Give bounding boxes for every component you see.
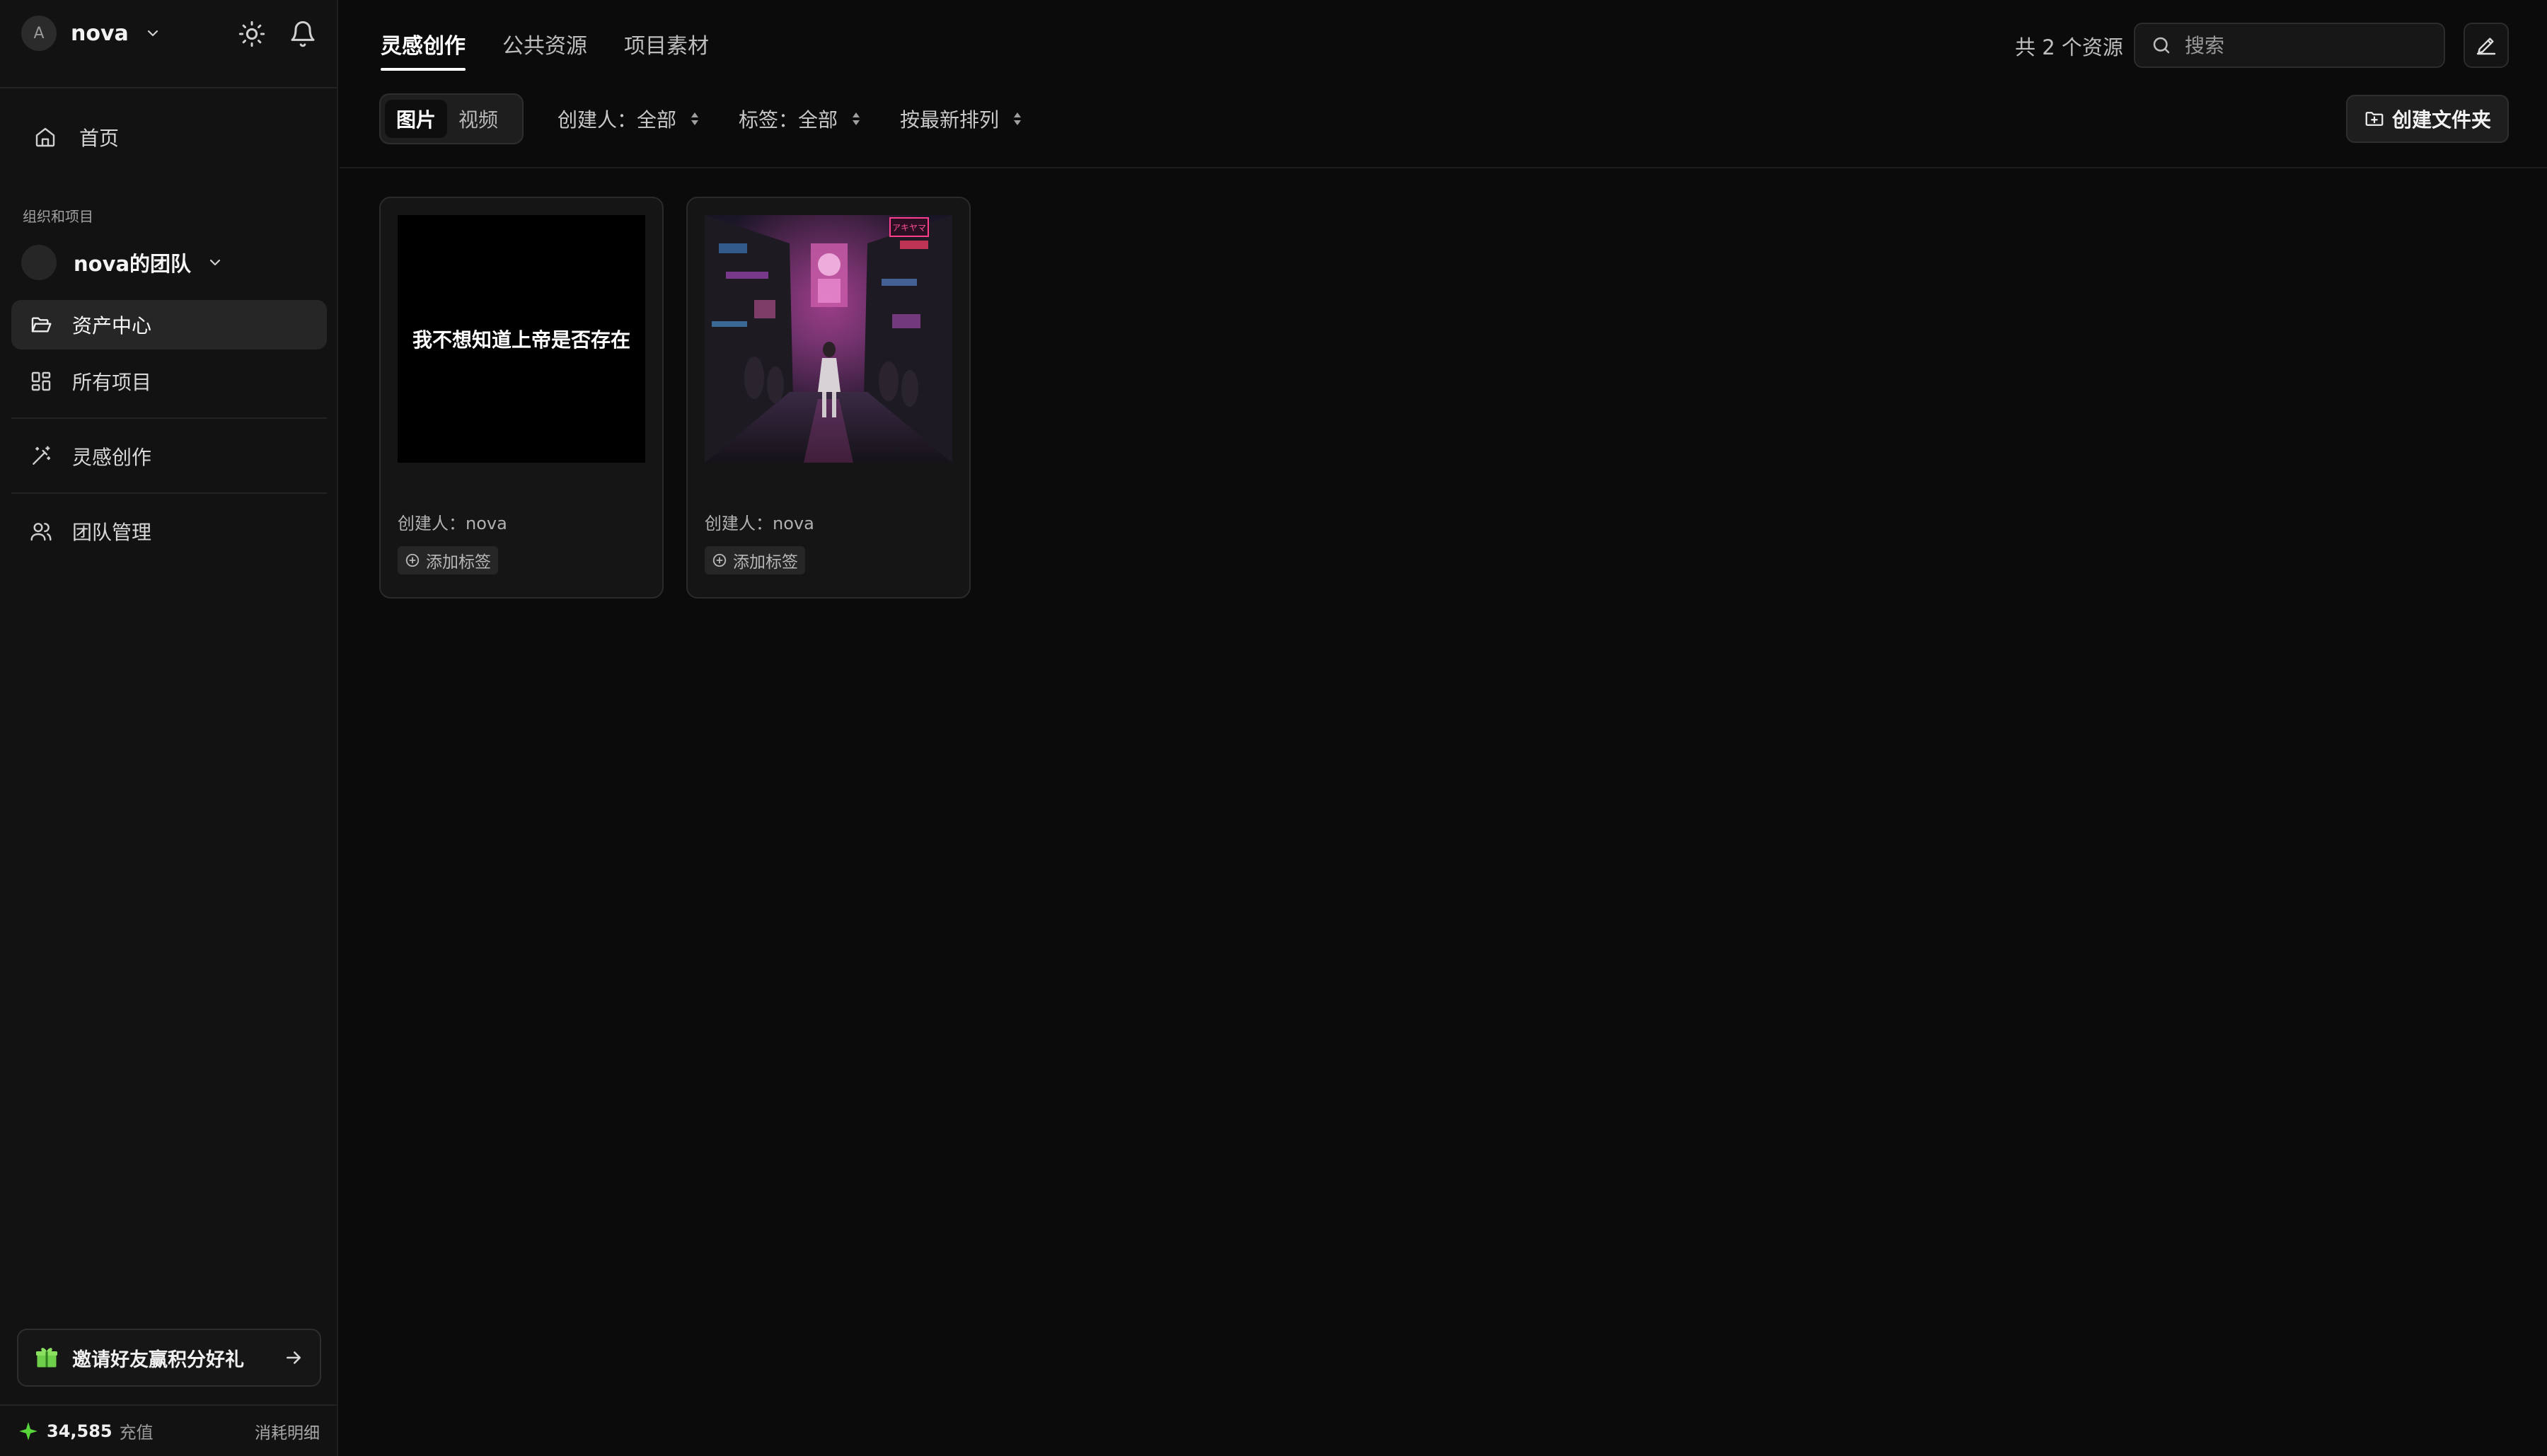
pen-icon: [2476, 37, 2496, 55]
add-tag-button[interactable]: 添加标签: [705, 546, 805, 574]
section-title: 组织和项目: [23, 208, 93, 225]
sidebar-header: A nova: [0, 0, 337, 88]
folder-plus-icon: [2365, 112, 2384, 126]
avatar: A: [21, 16, 57, 51]
asset-thumbnail[interactable]: 我不想知道上帝是否存在: [398, 215, 645, 463]
tab-public-resources[interactable]: 公共资源: [502, 28, 587, 71]
creator-filter-label: 创建人：全部: [558, 108, 677, 132]
team-selector[interactable]: nova的团队: [21, 245, 224, 280]
tab-inspiration[interactable]: 灵感创作: [381, 28, 466, 71]
plus-circle-icon: [712, 553, 727, 567]
sort-arrows-icon: [1014, 112, 1022, 125]
search-box[interactable]: [2134, 23, 2445, 68]
thumbnail-text: 我不想知道上帝是否存在: [398, 215, 645, 463]
sort-label: 按最新排列: [900, 108, 1000, 132]
sidebar-item-team[interactable]: 团队管理: [11, 507, 327, 556]
usage-details-link[interactable]: 消耗明细: [255, 1419, 320, 1443]
sidebar-item-label: 灵感创作: [72, 446, 152, 469]
sidebar-item-label: 所有项目: [72, 371, 152, 394]
sidebar-item-label: 资产中心: [72, 314, 152, 337]
edit-button[interactable]: [2464, 23, 2509, 68]
invite-label: 邀请好友赢积分好礼: [72, 1348, 244, 1371]
asset-creator: 创建人：nova: [398, 514, 507, 533]
divider: [11, 417, 327, 419]
team-name: nova的团队: [74, 252, 192, 276]
tab-bar: 灵感创作 公共资源 项目素材: [381, 28, 746, 71]
tab-project-materials[interactable]: 项目素材: [624, 28, 709, 71]
gift-icon: [36, 1348, 57, 1368]
resource-count: 共 2 个资源: [2015, 35, 2123, 59]
sidebar-item-label: 首页: [79, 127, 120, 150]
sun-icon: [238, 21, 265, 47]
sidebar-item-home[interactable]: 首页: [11, 113, 327, 161]
invite-banner[interactable]: 邀请好友赢积分好礼: [17, 1329, 321, 1387]
sort-select[interactable]: 按最新排列: [900, 105, 1024, 133]
magic-wand-icon: [28, 444, 54, 469]
plus-circle-icon: [405, 553, 420, 567]
sidebar-item-assets[interactable]: 资产中心: [11, 300, 327, 349]
create-folder-button[interactable]: 创建文件夹: [2346, 95, 2509, 143]
users-icon: [28, 519, 54, 544]
asset-creator: 创建人：nova: [705, 514, 814, 533]
notifications-button[interactable]: [287, 18, 318, 50]
add-tag-label: 添加标签: [733, 553, 798, 572]
user-name: nova: [71, 21, 129, 46]
folder-open-icon: [28, 312, 54, 337]
user-menu[interactable]: A nova: [21, 16, 161, 51]
credit-balance: 34,585: [47, 1421, 112, 1441]
add-tag-button[interactable]: 添加标签: [398, 546, 498, 574]
main-content: 灵感创作 公共资源 项目素材 共 2 个资源 图片 视频 创建人：全部 标签：全…: [340, 0, 2547, 1456]
arrow-right-icon: [287, 1351, 301, 1364]
search-input[interactable]: [2183, 33, 2438, 58]
sort-arrows-icon: [853, 112, 860, 125]
theme-toggle-button[interactable]: [236, 18, 267, 50]
add-tag-label: 添加标签: [426, 553, 491, 572]
search-icon: [2153, 37, 2170, 54]
asset-card[interactable]: 我不想知道上帝是否存在 创建人：nova 添加标签: [379, 197, 664, 599]
creator-filter[interactable]: 创建人：全部: [558, 105, 702, 133]
sparkle-icon: [19, 1421, 37, 1440]
segment-images[interactable]: 图片: [385, 100, 447, 138]
sidebar-item-projects[interactable]: 所有项目: [11, 357, 327, 406]
asset-card[interactable]: アキヤマ 创建人：nova 添加标签: [686, 197, 971, 599]
svg-text:アキヤマ: アキヤマ: [892, 223, 926, 233]
sidebar: A nova 首页 组织和项目 nova的团队 资产中心 所有项目 灵感创作 团…: [0, 0, 338, 1456]
team-avatar: [21, 245, 57, 280]
chevron-down-icon: [209, 259, 221, 266]
segment-videos[interactable]: 视频: [447, 100, 509, 138]
cyberpunk-street-image: アキヤマ: [705, 215, 952, 463]
tag-filter-label: 标签：全部: [739, 108, 838, 132]
credits-bar: 34,585 充值 消耗明细: [0, 1404, 337, 1456]
tag-filter[interactable]: 标签：全部: [739, 105, 863, 133]
grid-icon: [28, 369, 54, 394]
sidebar-item-inspiration[interactable]: 灵感创作: [11, 432, 327, 481]
recharge-link[interactable]: 充值: [120, 1419, 154, 1443]
bell-icon: [291, 21, 315, 47]
asset-thumbnail[interactable]: アキヤマ: [705, 215, 952, 463]
divider: [11, 492, 327, 494]
media-type-toggle: 图片 视频: [379, 93, 524, 144]
chevron-down-icon: [147, 30, 158, 37]
header-divider: [340, 167, 2547, 168]
sort-arrows-icon: [691, 112, 699, 125]
home-icon: [33, 125, 58, 150]
create-folder-label: 创建文件夹: [2391, 108, 2491, 132]
sidebar-item-label: 团队管理: [72, 521, 152, 544]
